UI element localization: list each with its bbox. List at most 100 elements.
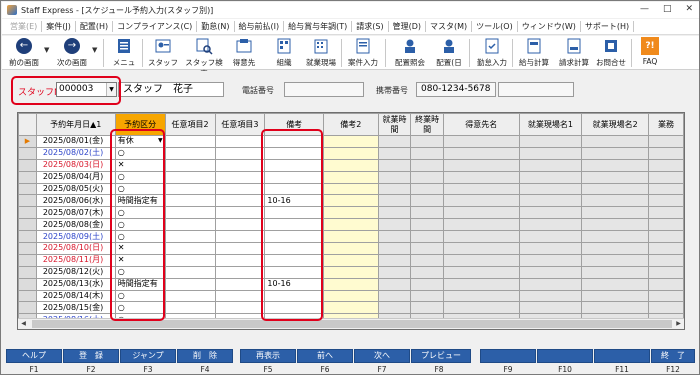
- cell-site2[interactable]: [581, 135, 650, 148]
- cell-kubun[interactable]: ✕: [114, 158, 166, 172]
- cell-opt3[interactable]: [214, 158, 266, 172]
- row-header[interactable]: [18, 158, 37, 172]
- cell-client[interactable]: [443, 170, 520, 184]
- menu-tool[interactable]: ツール(O): [472, 21, 518, 32]
- cell-client[interactable]: [443, 182, 520, 196]
- cell-site1[interactable]: [518, 170, 583, 184]
- horizontal-scrollbar[interactable]: ◀ ▶: [18, 318, 684, 329]
- cell-work-start[interactable]: [377, 218, 412, 232]
- chevron-down-icon[interactable]: ▼: [106, 83, 116, 96]
- cell-site1[interactable]: [518, 158, 583, 172]
- cell-client[interactable]: [443, 194, 520, 208]
- cell-site2[interactable]: [581, 182, 650, 196]
- cell-site1[interactable]: [518, 265, 583, 279]
- cell-note[interactable]: [264, 289, 324, 303]
- cell-work-start[interactable]: [377, 230, 412, 244]
- cell-site1[interactable]: [518, 206, 583, 220]
- cell-work[interactable]: [648, 194, 684, 208]
- f12-exit-button[interactable]: 終 了: [651, 349, 695, 363]
- cell-work-end[interactable]: [410, 218, 445, 232]
- cell-work-start[interactable]: [377, 253, 412, 267]
- cell-opt3[interactable]: [214, 135, 266, 148]
- menu-master[interactable]: マスタ(M): [426, 21, 473, 32]
- cell-opt2[interactable]: [164, 218, 216, 232]
- cell-note2[interactable]: [322, 218, 379, 232]
- cell-work-end[interactable]: [410, 265, 445, 279]
- cell-client[interactable]: [443, 265, 520, 279]
- f5-refresh-button[interactable]: 再表示: [240, 349, 296, 363]
- cell-client[interactable]: [443, 289, 520, 303]
- cell-note2[interactable]: [322, 265, 379, 279]
- cell-work[interactable]: [648, 218, 684, 232]
- cell-note[interactable]: [264, 146, 324, 160]
- cell-opt3[interactable]: [214, 206, 266, 220]
- cell-work-start[interactable]: [377, 194, 412, 208]
- cell-opt3[interactable]: [214, 230, 266, 244]
- cell-client[interactable]: [443, 277, 520, 291]
- col-header-date[interactable]: 予約年月日▲1: [35, 113, 116, 136]
- cell-note2[interactable]: [322, 253, 379, 267]
- cell-work-start[interactable]: [377, 146, 412, 160]
- cell-kubun[interactable]: ○: [114, 301, 166, 315]
- cell-client[interactable]: [443, 253, 520, 267]
- scroll-thumb[interactable]: [32, 320, 672, 328]
- cell-kubun[interactable]: ○: [114, 218, 166, 232]
- cell-client[interactable]: [443, 230, 520, 244]
- table-row[interactable]: 2025/08/14(木) ○: [18, 289, 684, 303]
- cell-kubun[interactable]: ○: [114, 265, 166, 279]
- cell-note[interactable]: [264, 242, 324, 255]
- cell-work-start[interactable]: [377, 135, 412, 148]
- cell-note2[interactable]: [322, 194, 379, 208]
- table-row[interactable]: 2025/08/11(月) ✕: [18, 253, 684, 267]
- row-header[interactable]: [18, 289, 37, 303]
- cell-work[interactable]: [648, 146, 684, 160]
- menu-seikyu[interactable]: 請求(S): [352, 21, 389, 32]
- row-header[interactable]: [18, 265, 37, 279]
- table-row[interactable]: ▶ 2025/08/01(金) 有休 ▼: [18, 135, 684, 148]
- cell-work-end[interactable]: [410, 242, 445, 255]
- row-header[interactable]: [18, 194, 37, 208]
- scroll-right-icon[interactable]: ▶: [673, 319, 684, 329]
- cell-opt2[interactable]: [164, 242, 216, 255]
- cell-kubun[interactable]: ○: [114, 206, 166, 220]
- cell-note2[interactable]: [322, 289, 379, 303]
- cell-note[interactable]: [264, 158, 324, 172]
- billing-button[interactable]: 請求計算: [556, 37, 592, 68]
- row-header[interactable]: [18, 253, 37, 267]
- cell-opt2[interactable]: [164, 194, 216, 208]
- cell-work-start[interactable]: [377, 277, 412, 291]
- col-header-work-end[interactable]: 終業時間: [410, 113, 445, 136]
- cell-note[interactable]: [264, 253, 324, 267]
- cell-opt3[interactable]: [214, 253, 266, 267]
- menu-window[interactable]: ウィンドウ(W): [518, 21, 581, 32]
- table-row[interactable]: 2025/08/09(土) ○: [18, 230, 684, 244]
- case-entry-button[interactable]: 案件入力: [345, 37, 381, 68]
- cell-work[interactable]: [648, 206, 684, 220]
- cell-work[interactable]: [648, 253, 684, 267]
- cell-kubun[interactable]: ✕: [114, 242, 166, 255]
- cell-kubun[interactable]: ○: [114, 230, 166, 244]
- cell-kubun[interactable]: ○: [114, 182, 166, 196]
- row-header[interactable]: [18, 182, 37, 196]
- cell-note2[interactable]: [322, 301, 379, 315]
- placement-query-button[interactable]: 配置照会: [392, 37, 428, 68]
- org-button[interactable]: 組織: [270, 37, 298, 68]
- cell-work-end[interactable]: [410, 170, 445, 184]
- next-screen-button[interactable]: → 次の画面: [54, 37, 90, 68]
- cell-note2[interactable]: [322, 277, 379, 291]
- cell-opt3[interactable]: [214, 182, 266, 196]
- cell-note[interactable]: [264, 170, 324, 184]
- cell-site1[interactable]: [518, 242, 583, 255]
- col-header-client[interactable]: 得意先名: [443, 113, 520, 136]
- table-row[interactable]: 2025/08/06(水) 時間指定有 10-16: [18, 194, 684, 208]
- cell-opt3[interactable]: [214, 218, 266, 232]
- cell-site1[interactable]: [518, 146, 583, 160]
- menu-haichi[interactable]: 配置(H): [76, 21, 114, 32]
- cell-kubun[interactable]: ○: [114, 170, 166, 184]
- cell-opt2[interactable]: [164, 230, 216, 244]
- cell-note2[interactable]: [322, 158, 379, 172]
- cell-note2[interactable]: [322, 135, 379, 148]
- cell-kubun[interactable]: 時間指定有: [114, 277, 166, 291]
- cell-opt3[interactable]: [214, 289, 266, 303]
- cell-opt2[interactable]: [164, 265, 216, 279]
